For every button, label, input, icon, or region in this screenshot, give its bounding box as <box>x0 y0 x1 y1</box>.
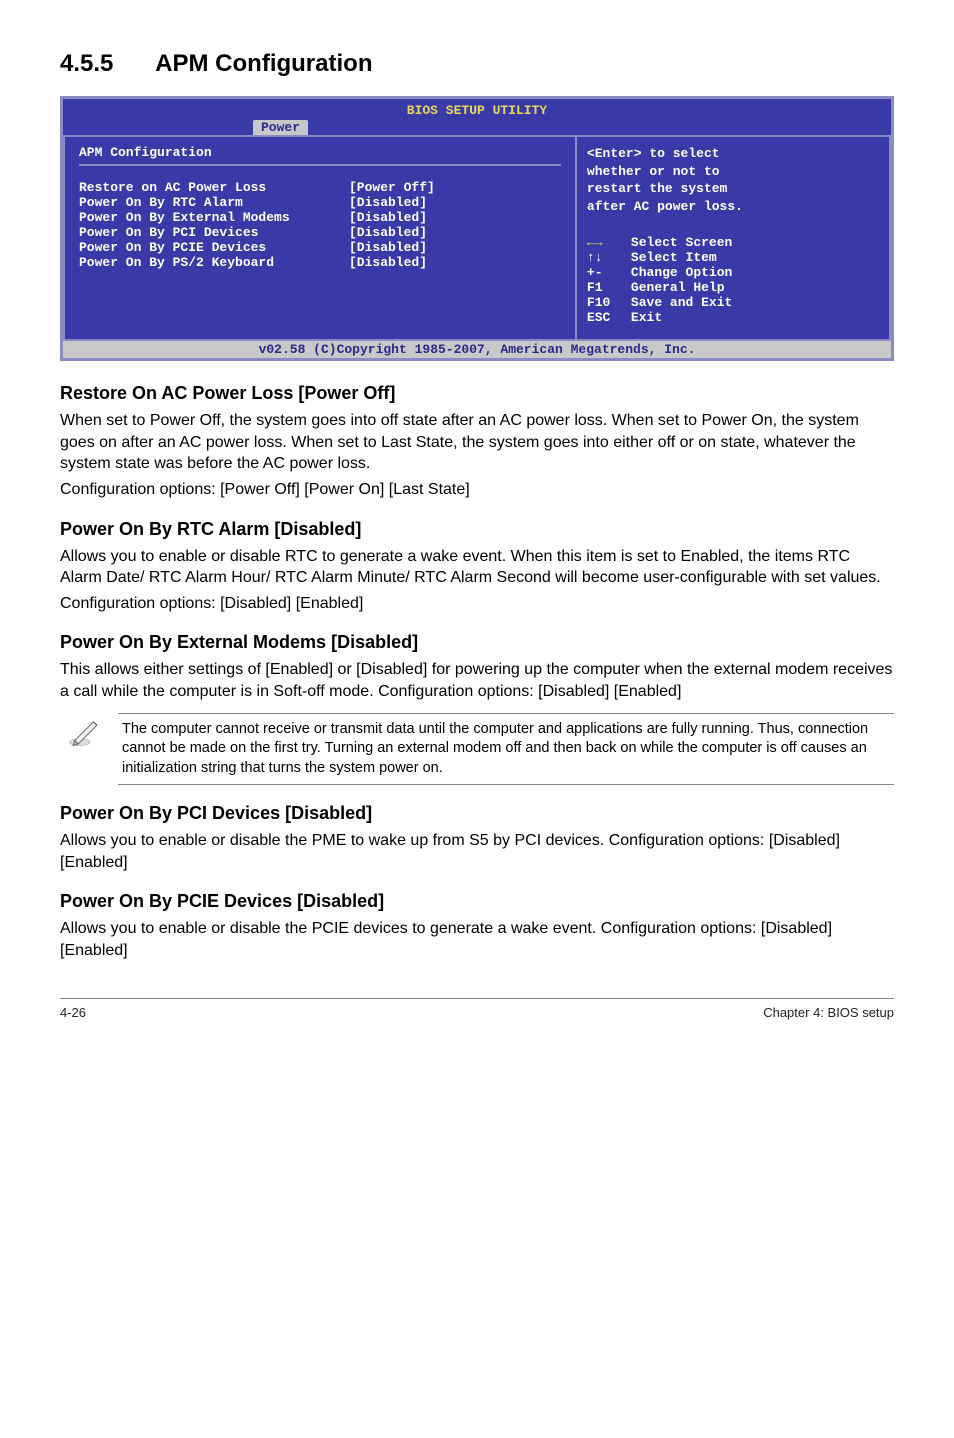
bios-help-line: whether or not to <box>587 163 879 181</box>
bios-screen: BIOS SETUP UTILITY Power APM Configurati… <box>60 96 894 361</box>
note-box: The computer cannot receive or transmit … <box>60 713 894 786</box>
bios-key: F1 <box>587 280 631 295</box>
bios-setting-row: Power On By RTC Alarm [Disabled] <box>79 195 561 210</box>
bios-key: ↑↓ <box>587 250 631 265</box>
bios-setting-label: Power On By RTC Alarm <box>79 195 349 210</box>
sub-heading: Power On By PCIE Devices [Disabled] <box>60 891 894 912</box>
bios-help-line: <Enter> to select <box>587 145 879 163</box>
paragraph: When set to Power Off, the system goes i… <box>60 410 894 475</box>
bios-divider <box>79 164 561 166</box>
bios-help-text: <Enter> to select whether or not to rest… <box>587 145 879 215</box>
bios-setting-label: Power On By PS/2 Keyboard <box>79 255 349 270</box>
bios-setting-value: [Disabled] <box>349 225 427 240</box>
bios-setting-label: Restore on AC Power Loss <box>79 180 349 195</box>
bios-setting-value: [Disabled] <box>349 210 427 225</box>
bios-key-hints: ←→Select Screen ↑↓Select Item +-Change O… <box>587 235 879 325</box>
sub-heading: Power On By External Modems [Disabled] <box>60 632 894 653</box>
bios-setting-value: [Disabled] <box>349 240 427 255</box>
bios-setting-row: Power On By PCI Devices [Disabled] <box>79 225 561 240</box>
bios-help-line: after AC power loss. <box>587 198 879 216</box>
bios-panel-title: APM Configuration <box>79 145 561 160</box>
bios-key: ←→ <box>587 235 631 250</box>
chapter-label: Chapter 4: BIOS setup <box>763 1005 894 1020</box>
bios-key-row: ↑↓Select Item <box>587 250 879 265</box>
bios-key-row: F10Save and Exit <box>587 295 879 310</box>
bios-key-row: +-Change Option <box>587 265 879 280</box>
bios-key-desc: Select Screen <box>631 235 732 250</box>
bios-tab-power: Power <box>253 120 308 135</box>
bios-key: +- <box>587 265 631 280</box>
paragraph: Allows you to enable or disable the PME … <box>60 830 894 873</box>
bios-key-desc: Change Option <box>631 265 732 280</box>
bios-setting-label: Power On By External Modems <box>79 210 349 225</box>
sub-heading: Power On By RTC Alarm [Disabled] <box>60 519 894 540</box>
bios-setting-value: [Disabled] <box>349 195 427 210</box>
page-footer: 4-26 Chapter 4: BIOS setup <box>60 1005 894 1020</box>
bios-setting-value: [Disabled] <box>349 255 427 270</box>
section-number: 4.5.5 <box>60 50 113 78</box>
bios-title: BIOS SETUP UTILITY <box>63 99 891 118</box>
bios-setting-row: Power On By External Modems [Disabled] <box>79 210 561 225</box>
sub-heading: Restore On AC Power Loss [Power Off] <box>60 383 894 404</box>
bios-key-desc: Select Item <box>631 250 717 265</box>
paragraph: Configuration options: [Disabled] [Enabl… <box>60 593 894 615</box>
paragraph: This allows either settings of [Enabled]… <box>60 659 894 702</box>
paragraph: Allows you to enable or disable RTC to g… <box>60 546 894 589</box>
bios-key-row: F1General Help <box>587 280 879 295</box>
bios-setting-label: Power On By PCI Devices <box>79 225 349 240</box>
page-footer-wrap: 4-26 Chapter 4: BIOS setup <box>60 998 894 1020</box>
bios-body: APM Configuration Restore on AC Power Lo… <box>63 135 891 341</box>
bios-setting-row: Power On By PS/2 Keyboard [Disabled] <box>79 255 561 270</box>
bios-key-desc: Save and Exit <box>631 295 732 310</box>
sub-heading: Power On By PCI Devices [Disabled] <box>60 803 894 824</box>
paragraph: Configuration options: [Power Off] [Powe… <box>60 479 894 501</box>
bios-setting-label: Power On By PCIE Devices <box>79 240 349 255</box>
bios-key-row: ←→Select Screen <box>587 235 879 250</box>
paragraph: Allows you to enable or disable the PCIE… <box>60 918 894 961</box>
bios-key: ESC <box>587 310 631 325</box>
bios-setting-value: [Power Off] <box>349 180 435 195</box>
bios-key-desc: Exit <box>631 310 662 325</box>
bios-key: F10 <box>587 295 631 310</box>
bios-key-desc: General Help <box>631 280 725 295</box>
bios-tab-row: Power <box>63 118 891 135</box>
note-text: The computer cannot receive or transmit … <box>118 713 894 786</box>
pencil-icon <box>68 713 112 754</box>
bios-setting-row: Restore on AC Power Loss [Power Off] <box>79 180 561 195</box>
bios-key-row: ESCExit <box>587 310 879 325</box>
bios-left-panel: APM Configuration Restore on AC Power Lo… <box>63 137 575 341</box>
bios-setting-row: Power On By PCIE Devices [Disabled] <box>79 240 561 255</box>
section-title-text: APM Configuration <box>155 50 372 77</box>
section-heading: 4.5.5 APM Configuration <box>60 50 894 78</box>
bios-right-panel: <Enter> to select whether or not to rest… <box>575 137 891 341</box>
bios-footer: v02.58 (C)Copyright 1985-2007, American … <box>63 341 891 358</box>
bios-help-line: restart the system <box>587 180 879 198</box>
page-number: 4-26 <box>60 1005 86 1020</box>
